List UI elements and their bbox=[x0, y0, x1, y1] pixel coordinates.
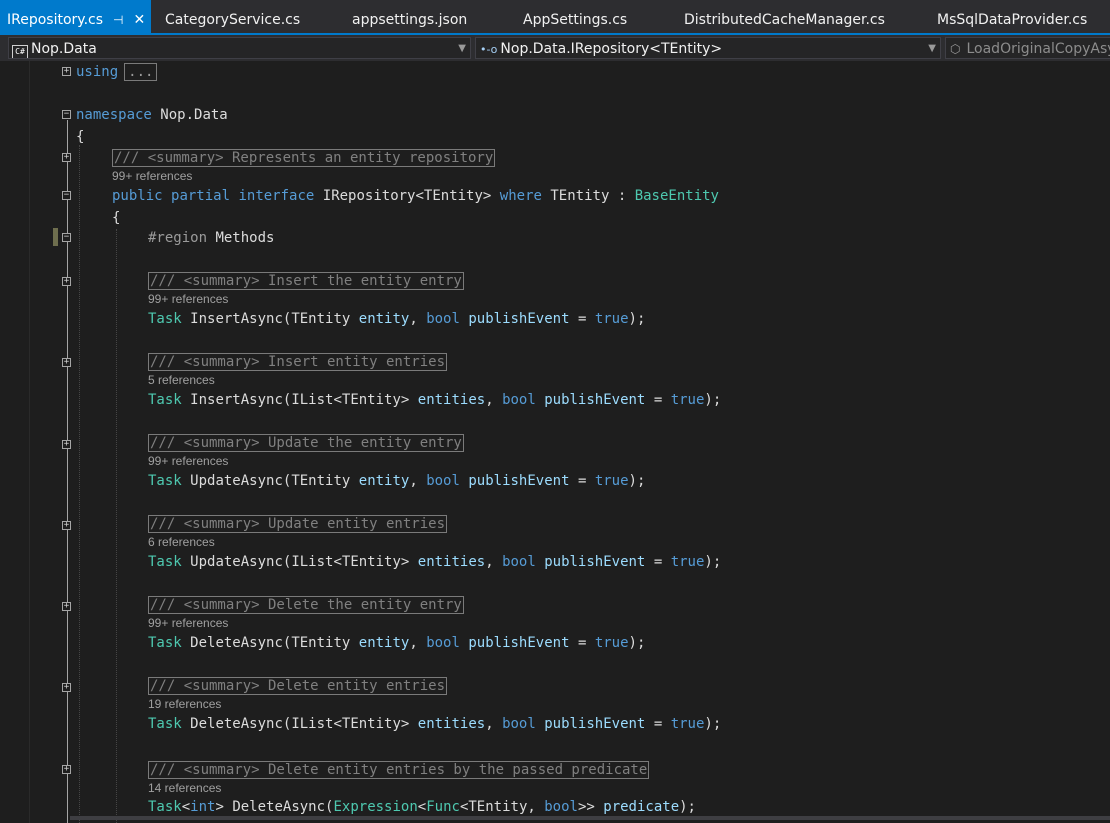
code-line-using[interactable]: using... bbox=[76, 63, 158, 81]
project-name: Nop.Data bbox=[31, 41, 97, 57]
code-line-method[interactable]: Task DeleteAsync(IList<TEntity> entities… bbox=[148, 715, 721, 733]
collapsed-summary[interactable]: /// <summary> Delete entity entries bbox=[148, 677, 448, 695]
codelens-references[interactable]: 6 references bbox=[148, 535, 215, 549]
codelens-references[interactable]: 19 references bbox=[148, 697, 221, 711]
method-cube-icon: ⬡ bbox=[950, 42, 961, 56]
expand-icon[interactable]: + bbox=[62, 602, 71, 611]
margin-separator bbox=[29, 61, 30, 823]
code-line-summary[interactable]: /// <summary> Update the entity entry bbox=[148, 434, 464, 452]
tab-distributedcachemanager[interactable]: DistributedCacheManager.cs bbox=[684, 0, 885, 33]
indent-guide bbox=[79, 145, 80, 823]
codelens-references[interactable]: 14 references bbox=[148, 781, 221, 795]
code-line-brace[interactable]: { bbox=[112, 209, 120, 227]
collapse-icon[interactable]: − bbox=[62, 191, 71, 200]
code-line-summary[interactable]: /// <summary> Update entity entries bbox=[148, 515, 448, 533]
code-line-interface[interactable]: public partial interface IRepository<TEn… bbox=[112, 187, 719, 205]
tab-label: AppSettings.cs bbox=[523, 12, 628, 28]
tab-label: MsSqlDataProvider.cs bbox=[937, 12, 1088, 28]
navigation-bar: C# Nop.Data ▼ •-o Nop.Data.IRepository<TEn… bbox=[0, 35, 1110, 61]
tab-label: appsettings.json bbox=[352, 12, 468, 28]
expand-icon[interactable]: + bbox=[62, 440, 71, 449]
type-name: Nop.Data.IRepository<TEntity> bbox=[500, 41, 723, 57]
code-line-method[interactable]: Task UpdateAsync(IList<TEntity> entities… bbox=[148, 553, 721, 571]
tab-categoryservice[interactable]: CategoryService.cs bbox=[165, 0, 300, 33]
collapsed-summary[interactable]: /// <summary> Update entity entries bbox=[148, 515, 448, 533]
code-line-method[interactable]: Task InsertAsync(IList<TEntity> entities… bbox=[148, 391, 721, 409]
tab-appsettings-json[interactable]: appsettings.json bbox=[352, 0, 467, 33]
member-dropdown[interactable]: ⬡ LoadOriginalCopyAsy bbox=[945, 37, 1110, 59]
codelens-references[interactable]: 99+ references bbox=[112, 169, 192, 183]
codelens-references[interactable]: 99+ references bbox=[148, 292, 228, 306]
expand-icon[interactable]: + bbox=[62, 358, 71, 367]
collapsed-block[interactable]: ... bbox=[124, 63, 158, 81]
tab-label: DistributedCacheManager.cs bbox=[684, 12, 885, 28]
indicator-margin bbox=[0, 61, 28, 823]
csharp-project-icon: C# bbox=[12, 45, 28, 58]
code-line-summary[interactable]: /// <summary> Represents an entity repos… bbox=[112, 149, 496, 167]
code-line-method[interactable]: Task UpdateAsync(TEntity entity, bool pu… bbox=[148, 472, 645, 490]
chevron-down-icon: ▼ bbox=[458, 43, 466, 54]
code-line-method[interactable]: Task DeleteAsync(TEntity entity, bool pu… bbox=[148, 634, 645, 652]
collapsed-summary[interactable]: /// <summary> Update the entity entry bbox=[148, 434, 464, 452]
collapsed-summary[interactable]: /// <summary> Insert the entity entry bbox=[148, 272, 464, 290]
document-tab-strip: IRepository.cs ⊣ ✕ CategoryService.cs apps… bbox=[0, 0, 1110, 35]
collapse-icon[interactable]: − bbox=[62, 233, 71, 242]
expand-icon[interactable]: + bbox=[62, 67, 71, 76]
interface-icon: •-o bbox=[480, 43, 498, 56]
collapsed-summary[interactable]: /// <summary> Insert entity entries bbox=[148, 353, 448, 371]
chevron-down-icon: ▼ bbox=[928, 43, 936, 54]
code-line-method[interactable]: Task<int> DeleteAsync(Expression<Func<TE… bbox=[148, 798, 696, 816]
code-line-summary[interactable]: /// <summary> Insert entity entries bbox=[148, 353, 448, 371]
expand-icon[interactable]: + bbox=[62, 521, 71, 530]
code-line-summary[interactable]: /// <summary> Delete entity entries bbox=[148, 677, 448, 695]
tab-mssqldataprovider[interactable]: MsSqlDataProvider.cs bbox=[937, 0, 1087, 33]
codelens-references[interactable]: 99+ references bbox=[148, 454, 228, 468]
expand-icon[interactable]: + bbox=[62, 683, 71, 692]
collapse-icon[interactable]: − bbox=[62, 110, 71, 119]
code-line-brace[interactable]: { bbox=[76, 128, 84, 146]
code-line-namespace[interactable]: namespace Nop.Data bbox=[76, 106, 228, 124]
expand-icon[interactable]: + bbox=[62, 765, 71, 774]
code-line-summary[interactable]: /// <summary> Insert the entity entry bbox=[148, 272, 464, 290]
collapsed-summary[interactable]: /// <summary> Represents an entity repos… bbox=[112, 149, 496, 167]
indent-guide bbox=[116, 229, 117, 823]
code-line-summary[interactable]: /// <summary> Delete the entity entry bbox=[148, 596, 464, 614]
collapsed-summary[interactable]: /// <summary> Delete the entity entry bbox=[148, 596, 464, 614]
horizontal-scrollbar[interactable] bbox=[70, 816, 1110, 820]
expand-icon[interactable]: + bbox=[62, 153, 71, 162]
member-name: LoadOriginalCopyAsy bbox=[966, 41, 1110, 57]
codelens-references[interactable]: 5 references bbox=[148, 373, 215, 387]
type-dropdown[interactable]: •-o Nop.Data.IRepository<TEntity> ▼ bbox=[475, 37, 941, 59]
tab-appsettings-cs[interactable]: AppSettings.cs bbox=[523, 0, 627, 33]
expand-icon[interactable]: + bbox=[62, 277, 71, 286]
code-line-summary[interactable]: /// <summary> Delete entity entries by t… bbox=[148, 761, 650, 779]
tab-irepository[interactable]: IRepository.cs ⊣ ✕ bbox=[0, 0, 152, 33]
code-line-region[interactable]: #region Methods bbox=[148, 229, 274, 247]
codelens-references[interactable]: 99+ references bbox=[148, 616, 228, 630]
code-editor[interactable]: + − + − − + + + + + + + using... namespa… bbox=[0, 61, 1110, 823]
project-dropdown[interactable]: C# Nop.Data ▼ bbox=[8, 37, 471, 59]
code-line-method[interactable]: Task InsertAsync(TEntity entity, bool pu… bbox=[148, 310, 645, 328]
tab-label: CategoryService.cs bbox=[165, 12, 301, 28]
collapsed-summary[interactable]: /// <summary> Delete entity entries by t… bbox=[148, 761, 650, 779]
change-marker bbox=[53, 228, 58, 246]
